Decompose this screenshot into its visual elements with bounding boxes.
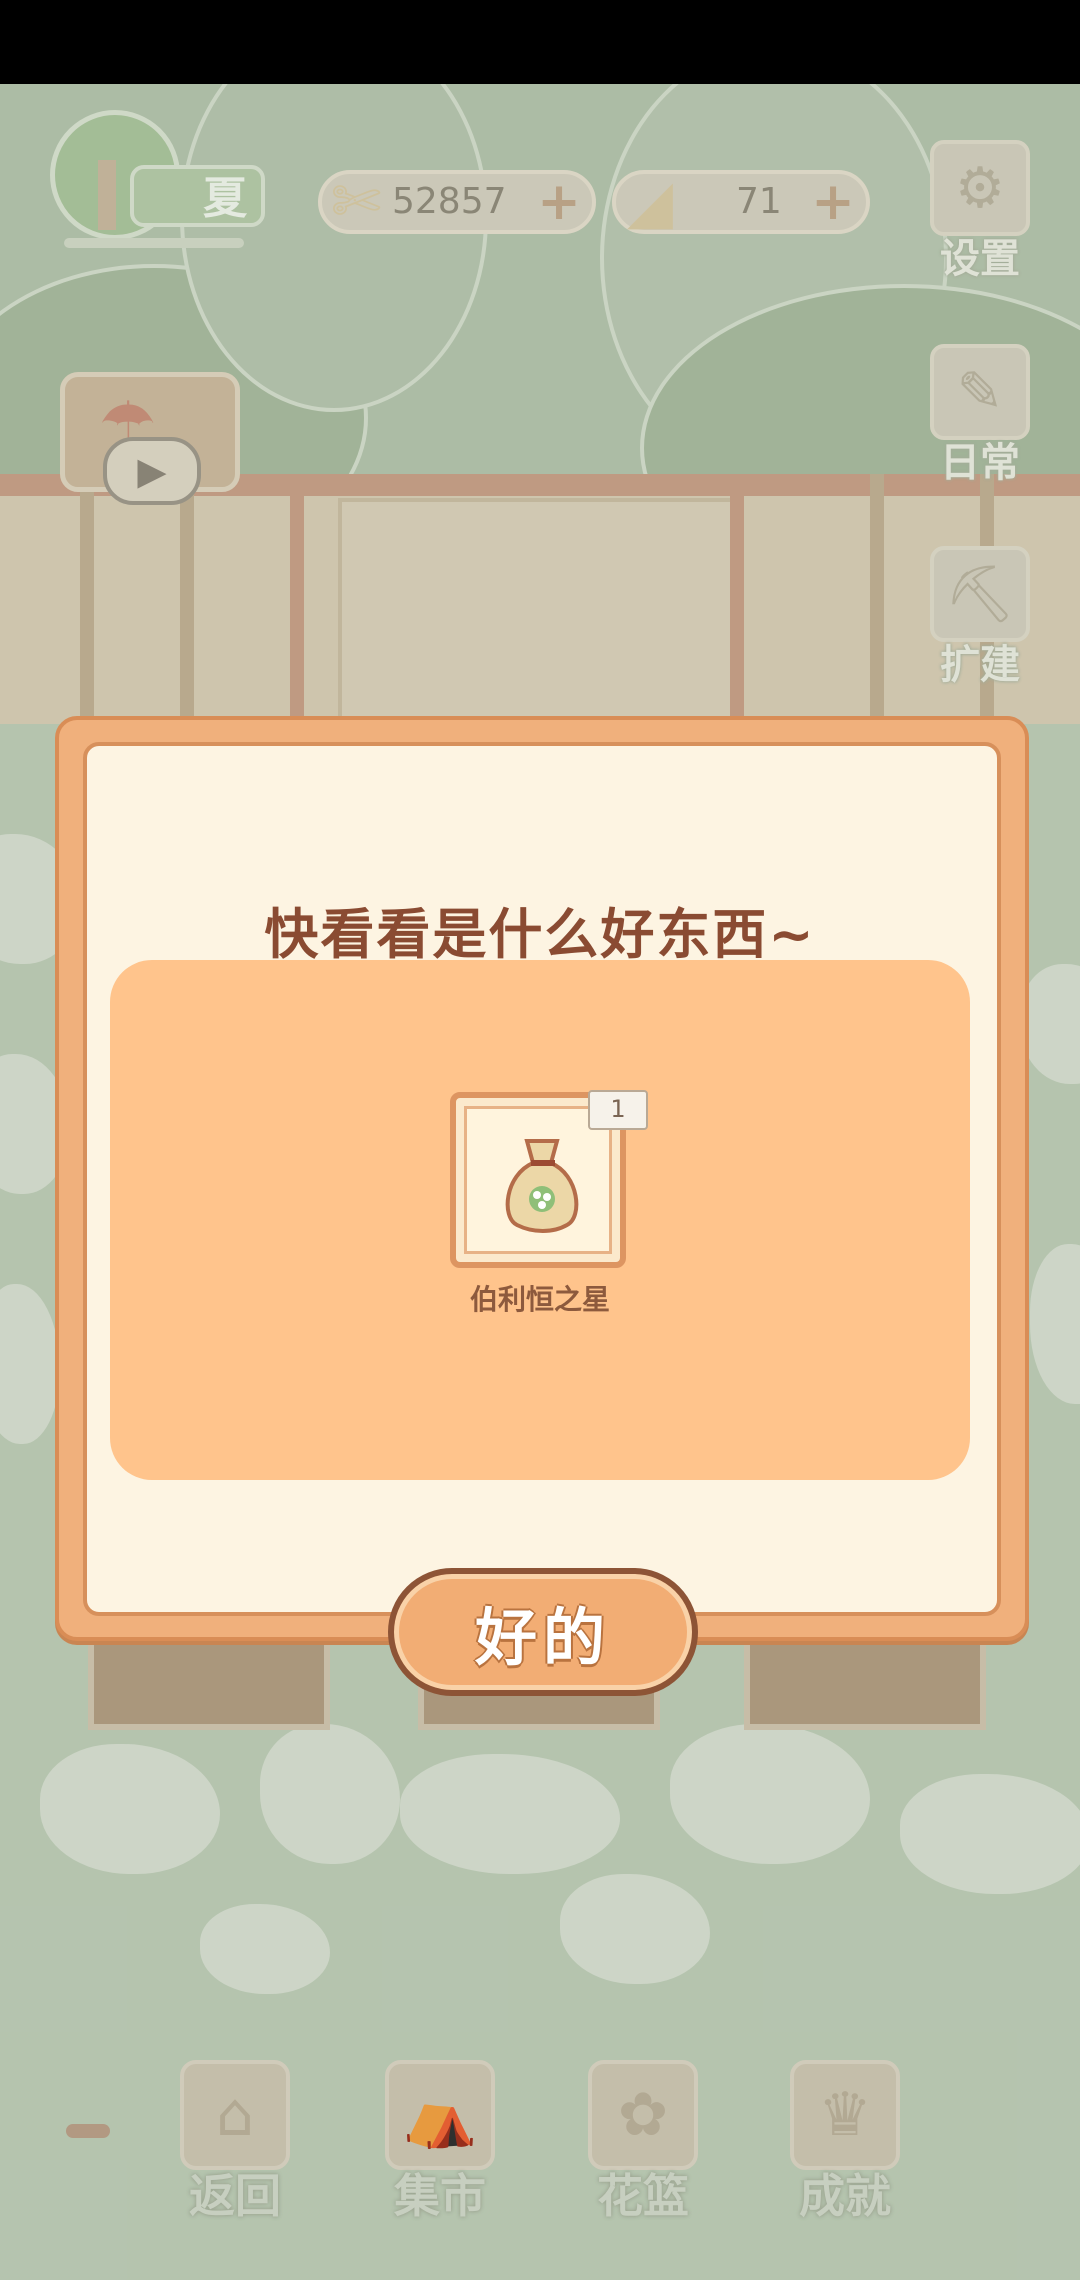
item-name: 伯利恒之星: [469, 1283, 610, 1316]
item-count-badge: 1: [588, 1090, 648, 1130]
ok-button[interactable]: 好的: [388, 1568, 698, 1696]
status-bar: [0, 0, 1080, 84]
seed-bag-icon: [505, 1139, 579, 1233]
reward-items-panel: 1 伯利恒之星: [110, 960, 970, 1480]
dialog-title: 快看看是什么好东西~: [264, 903, 816, 966]
